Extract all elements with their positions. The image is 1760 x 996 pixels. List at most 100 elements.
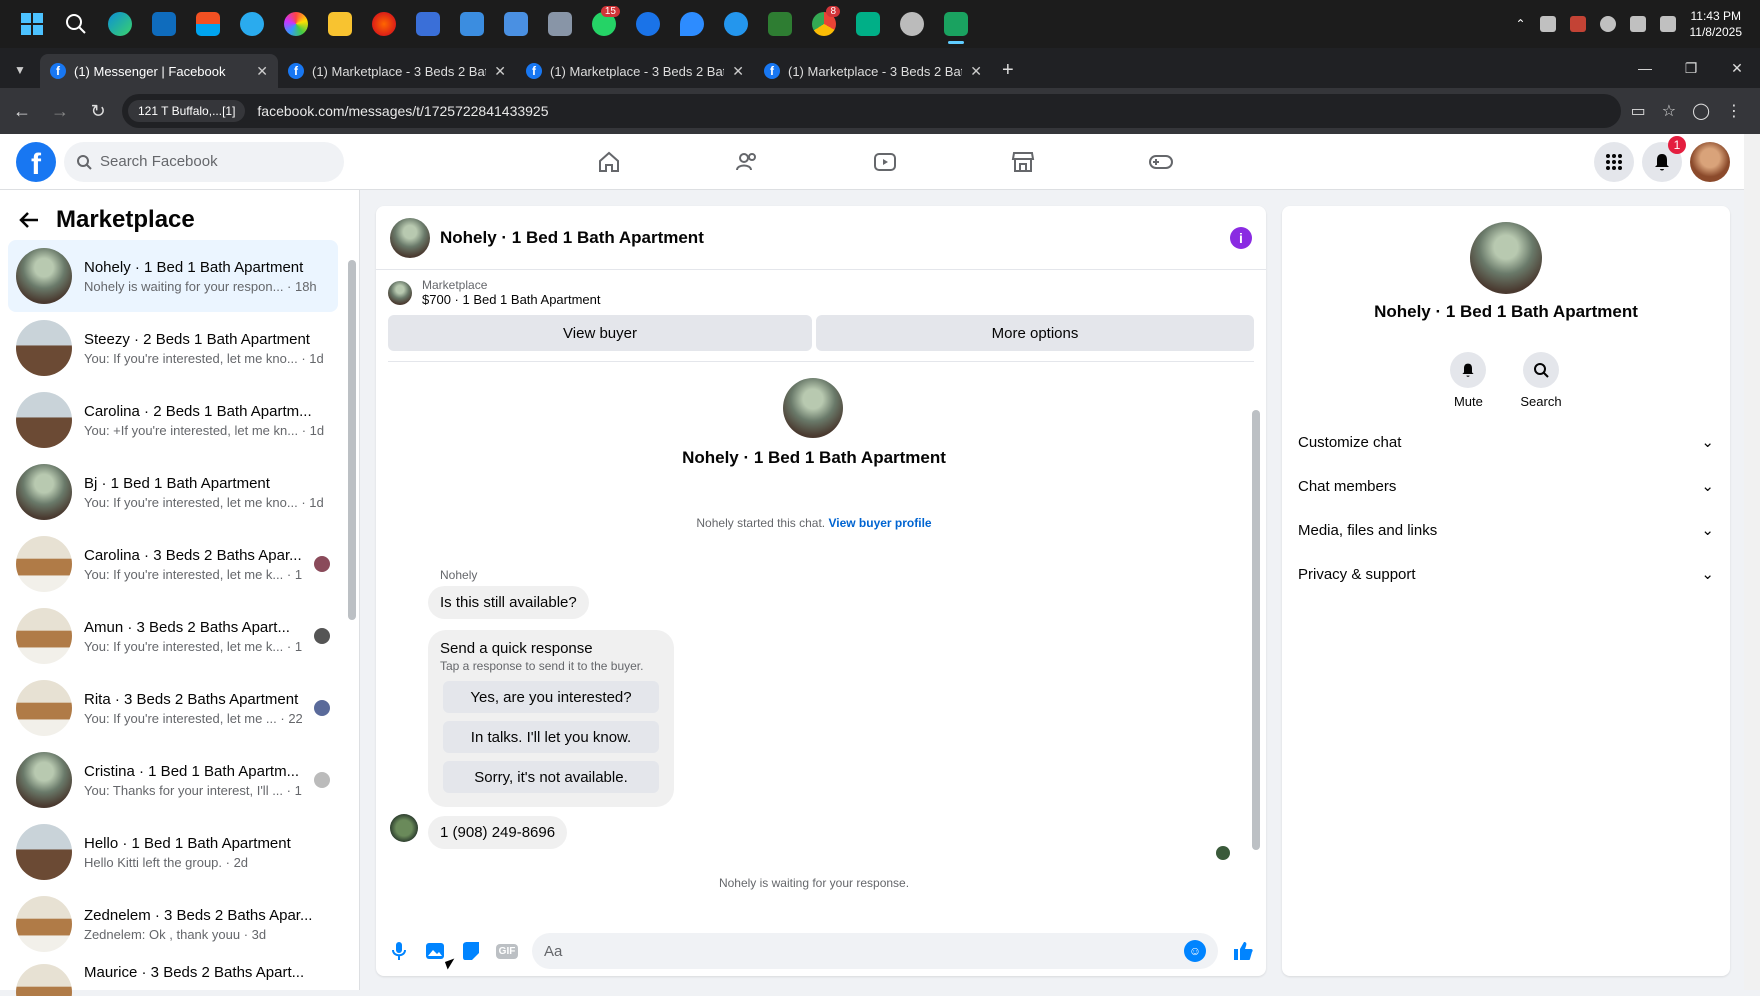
list-item[interactable]: Zednelem · 3 Beds 2 Baths Apar... Zednele… [8, 888, 338, 960]
mute-button[interactable]: Mute [1450, 352, 1487, 409]
notepad-icon[interactable] [450, 2, 494, 46]
gif-icon[interactable]: GIF [495, 940, 519, 962]
list-item[interactable]: Carolina · 3 Beds 2 Baths Apar... You: If… [8, 528, 338, 600]
photo-icon[interactable] [424, 940, 446, 962]
list-item[interactable]: Nohely · 1 Bed 1 Bath Apartment Nohely is… [8, 240, 338, 312]
new-tab-button[interactable]: + [992, 59, 1024, 88]
back-icon[interactable]: ← [8, 101, 36, 122]
bookmark-star-icon[interactable]: ☆ [1662, 101, 1676, 121]
tab-search-icon[interactable]: ▼ [0, 52, 40, 88]
chrome-icon[interactable]: 8 [802, 2, 846, 46]
chevron-up-icon[interactable]: ⌃ [1515, 17, 1525, 31]
tray-app-icon[interactable] [1539, 16, 1556, 32]
restore-icon[interactable]: ❐ [1668, 60, 1714, 77]
listing-price[interactable]: $700 · 1 Bed 1 Bath Apartment [422, 292, 601, 307]
scrollbar-thumb[interactable] [1252, 410, 1260, 850]
list-item[interactable]: Bj · 1 Bed 1 Bath Apartment You: If you'r… [8, 456, 338, 528]
quick-response-option[interactable]: Yes, are you interested? [443, 681, 659, 713]
message-input[interactable]: Aa ☺ [532, 933, 1218, 969]
lock-app-icon[interactable] [758, 2, 802, 46]
file-explorer-icon[interactable] [318, 2, 362, 46]
view-buyer-button[interactable]: View buyer [388, 315, 812, 351]
whatsapp-icon[interactable]: 15 [582, 2, 626, 46]
close-icon[interactable]: ✕ [494, 63, 506, 80]
list-item[interactable]: Maurice · 3 Beds 2 Baths Apart... [8, 960, 338, 996]
back-arrow-icon[interactable] [18, 209, 40, 231]
forward-icon[interactable]: → [46, 101, 74, 122]
more-options-button[interactable]: More options [816, 315, 1254, 351]
minimize-icon[interactable]: — [1622, 60, 1668, 76]
home-icon[interactable] [540, 134, 678, 190]
marketplace-icon[interactable] [954, 134, 1092, 190]
microphone-icon[interactable] [388, 940, 410, 962]
colorful-app-icon[interactable] [274, 2, 318, 46]
close-window-icon[interactable]: ✕ [1714, 60, 1760, 77]
install-icon[interactable]: ▭ [1631, 101, 1646, 121]
omnibox[interactable]: 121 T Buffalo,...[1] facebook.com/messag… [122, 94, 1621, 128]
quick-response-option[interactable]: Sorry, it's not available. [443, 761, 659, 793]
menu-grid-icon[interactable] [1594, 141, 1634, 182]
close-icon[interactable]: ✕ [732, 63, 744, 80]
docker-icon[interactable] [714, 2, 758, 46]
list-item[interactable]: Cristina · 1 Bed 1 Bath Apartm... You: Th… [8, 744, 338, 816]
site-info-chip[interactable]: 121 T Buffalo,...[1] [128, 100, 246, 122]
brightness-icon[interactable] [1599, 16, 1616, 32]
facebook-logo-icon[interactable]: f [16, 141, 56, 182]
friends-icon[interactable] [678, 134, 816, 190]
tab-marketplace-3[interactable]: f (1) Marketplace - 3 Beds 2 Bath ✕ [754, 54, 992, 88]
view-buyer-profile-link[interactable]: View buyer profile [828, 516, 931, 530]
video-icon[interactable] [816, 134, 954, 190]
drop-app-icon[interactable] [670, 2, 714, 46]
tab-marketplace-1[interactable]: f (1) Marketplace - 3 Beds 2 Bath ✕ [278, 54, 516, 88]
chat-app-icon[interactable] [626, 2, 670, 46]
thumbs-up-icon[interactable] [1232, 940, 1254, 962]
chat-avatar[interactable] [390, 217, 430, 258]
game-app-icon[interactable] [538, 2, 582, 46]
scrollbar-thumb[interactable] [348, 260, 356, 620]
telegram-icon[interactable] [230, 2, 274, 46]
list-item[interactable]: Amun · 3 Beds 2 Baths Apart... You: If yo… [8, 600, 338, 672]
info-icon[interactable]: i [1230, 226, 1252, 249]
gaming-icon[interactable] [1092, 134, 1230, 190]
chat-title[interactable]: Nohely · 1 Bed 1 Bath Apartment [440, 228, 704, 248]
close-icon[interactable]: ✕ [256, 63, 268, 80]
message-bubble[interactable]: 1 (908) 249-8696 [428, 816, 568, 849]
page-scrollbar[interactable] [1744, 134, 1760, 990]
chat-members-item[interactable]: Chat members ⌄ [1288, 464, 1724, 508]
tab-messenger[interactable]: f (1) Messenger | Facebook ✕ [40, 54, 278, 88]
volume-icon[interactable] [1659, 16, 1676, 32]
tray-alert-icon[interactable] [1569, 16, 1586, 32]
snipping-tool-icon[interactable] [494, 2, 538, 46]
sidebar-scrollbar[interactable] [348, 240, 356, 980]
search-conversation-button[interactable]: Search [1520, 352, 1562, 409]
reload-icon[interactable]: ↻ [84, 101, 112, 122]
list-item[interactable]: Steezy · 2 Beds 1 Bath Apartment You: If … [8, 312, 338, 384]
search-facebook-input[interactable]: Search Facebook [64, 141, 344, 182]
list-item[interactable]: Carolina · 2 Beds 1 Bath Apartm... You: +… [8, 384, 338, 456]
privacy-support-item[interactable]: Privacy & support ⌄ [1288, 552, 1724, 596]
list-item[interactable]: Hello · 1 Bed 1 Bath Apartment Hello Kitt… [8, 816, 338, 888]
tab-marketplace-2[interactable]: f (1) Marketplace - 3 Beds 2 Bath ✕ [516, 54, 754, 88]
customize-chat-item[interactable]: Customize chat ⌄ [1288, 420, 1724, 464]
sticker-icon[interactable] [460, 940, 482, 962]
display-icon[interactable] [1629, 16, 1646, 32]
pinned-site-icon[interactable] [934, 2, 978, 46]
url-text[interactable]: facebook.com/messages/t/1725722841433925 [257, 103, 548, 119]
account-avatar[interactable] [1690, 141, 1730, 182]
profile-avatar[interactable] [1470, 222, 1542, 294]
globe-app-icon[interactable] [890, 2, 934, 46]
profile-icon[interactable]: ◯ [1692, 101, 1710, 121]
clock[interactable]: 11:43 PM 11/8/2025 [1690, 8, 1743, 40]
store-icon[interactable] [186, 2, 230, 46]
media-files-links-item[interactable]: Media, files and links ⌄ [1288, 508, 1724, 552]
close-icon[interactable]: ✕ [970, 63, 982, 80]
windows-start-icon[interactable] [10, 2, 54, 46]
edge-icon[interactable] [98, 2, 142, 46]
media-app-icon[interactable] [362, 2, 406, 46]
chat-scrollbar[interactable] [1252, 370, 1260, 898]
quick-response-option[interactable]: In talks. I'll let you know. [443, 721, 659, 753]
outlook-icon[interactable] [142, 2, 186, 46]
news-app-icon[interactable] [406, 2, 450, 46]
emoji-icon[interactable]: ☺ [1184, 940, 1206, 962]
search-icon[interactable] [54, 2, 98, 46]
